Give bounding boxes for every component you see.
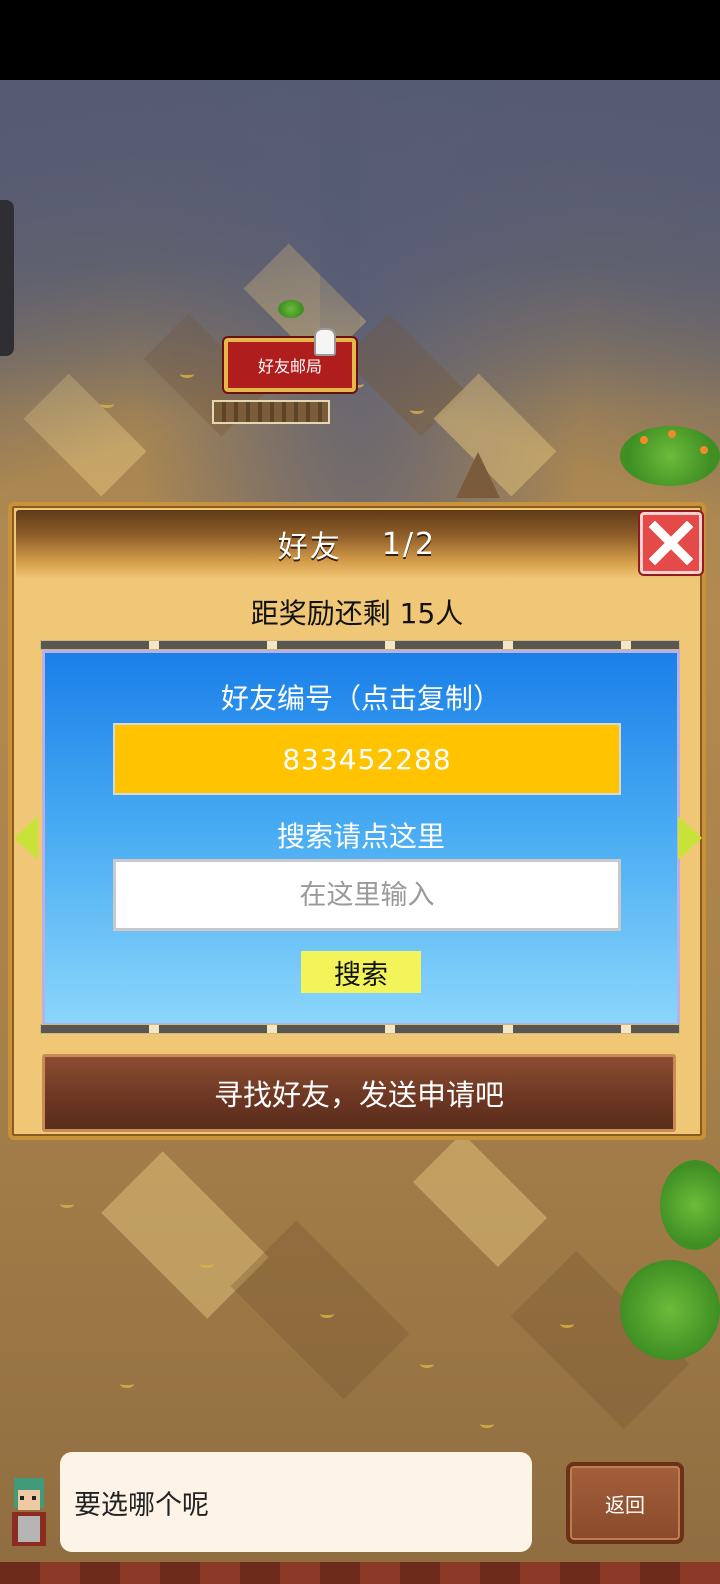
fog (0, 80, 360, 500)
dialog-title: 好友 (277, 530, 342, 565)
back-button[interactable]: 返回 (566, 1462, 684, 1544)
right-arrow-icon[interactable] (678, 816, 702, 860)
status-bar (0, 0, 720, 80)
grass-tuft (120, 1380, 134, 1388)
side-drawer-tab[interactable] (0, 200, 14, 356)
friends-dialog: 好友 1/2 距奖励还剩 15人 好友编号（点击复制） 833452288 搜索… (8, 502, 706, 1140)
pointer-hand-icon (314, 328, 336, 356)
page-indicator: 1/2 (381, 526, 437, 562)
grass-tuft (60, 1200, 74, 1208)
left-arrow-icon[interactable] (14, 816, 38, 860)
grass-tuft (560, 1320, 574, 1328)
find-friends-button[interactable]: 寻找好友，发送申请吧 (42, 1054, 676, 1132)
flower (700, 446, 708, 454)
speech-bubble: 要选哪个呢 (60, 1452, 532, 1552)
bush (278, 300, 304, 318)
friend-id-copy-box[interactable]: 833452288 (113, 723, 621, 795)
dialog-header: 好友 1/2 (16, 510, 698, 578)
avatar (12, 1478, 46, 1546)
mailbox-sign[interactable]: 好友邮局 (224, 338, 356, 392)
bottom-decoration (0, 1562, 720, 1584)
search-button[interactable]: 搜索 (301, 951, 421, 993)
bush (660, 1160, 720, 1250)
reward-remaining-text: 距奖励还剩 15人 (250, 597, 464, 630)
flower (640, 436, 648, 444)
grass-tuft (420, 1360, 434, 1368)
mailbox-hut[interactable] (212, 400, 330, 424)
search-input[interactable] (113, 859, 621, 931)
close-icon (649, 521, 693, 565)
close-button[interactable] (640, 512, 702, 574)
grass-tuft (410, 406, 424, 414)
map-tile (412, 1132, 548, 1268)
grass-tuft (320, 1310, 334, 1318)
rail-bottom (40, 1024, 680, 1034)
rail-top (40, 640, 680, 650)
grass-tuft (100, 400, 114, 408)
flower (668, 430, 676, 438)
friend-search-panel: 好友编号（点击复制） 833452288 搜索请点这里 搜索 (42, 650, 680, 1026)
grass-tuft (200, 1260, 214, 1268)
friend-id-title: 好友编号（点击复制） (220, 682, 501, 715)
rock (456, 452, 500, 498)
grass-tuft (480, 1420, 494, 1428)
grass-tuft (180, 370, 194, 378)
search-hint: 搜索请点这里 (276, 820, 445, 853)
bush (620, 1260, 720, 1360)
